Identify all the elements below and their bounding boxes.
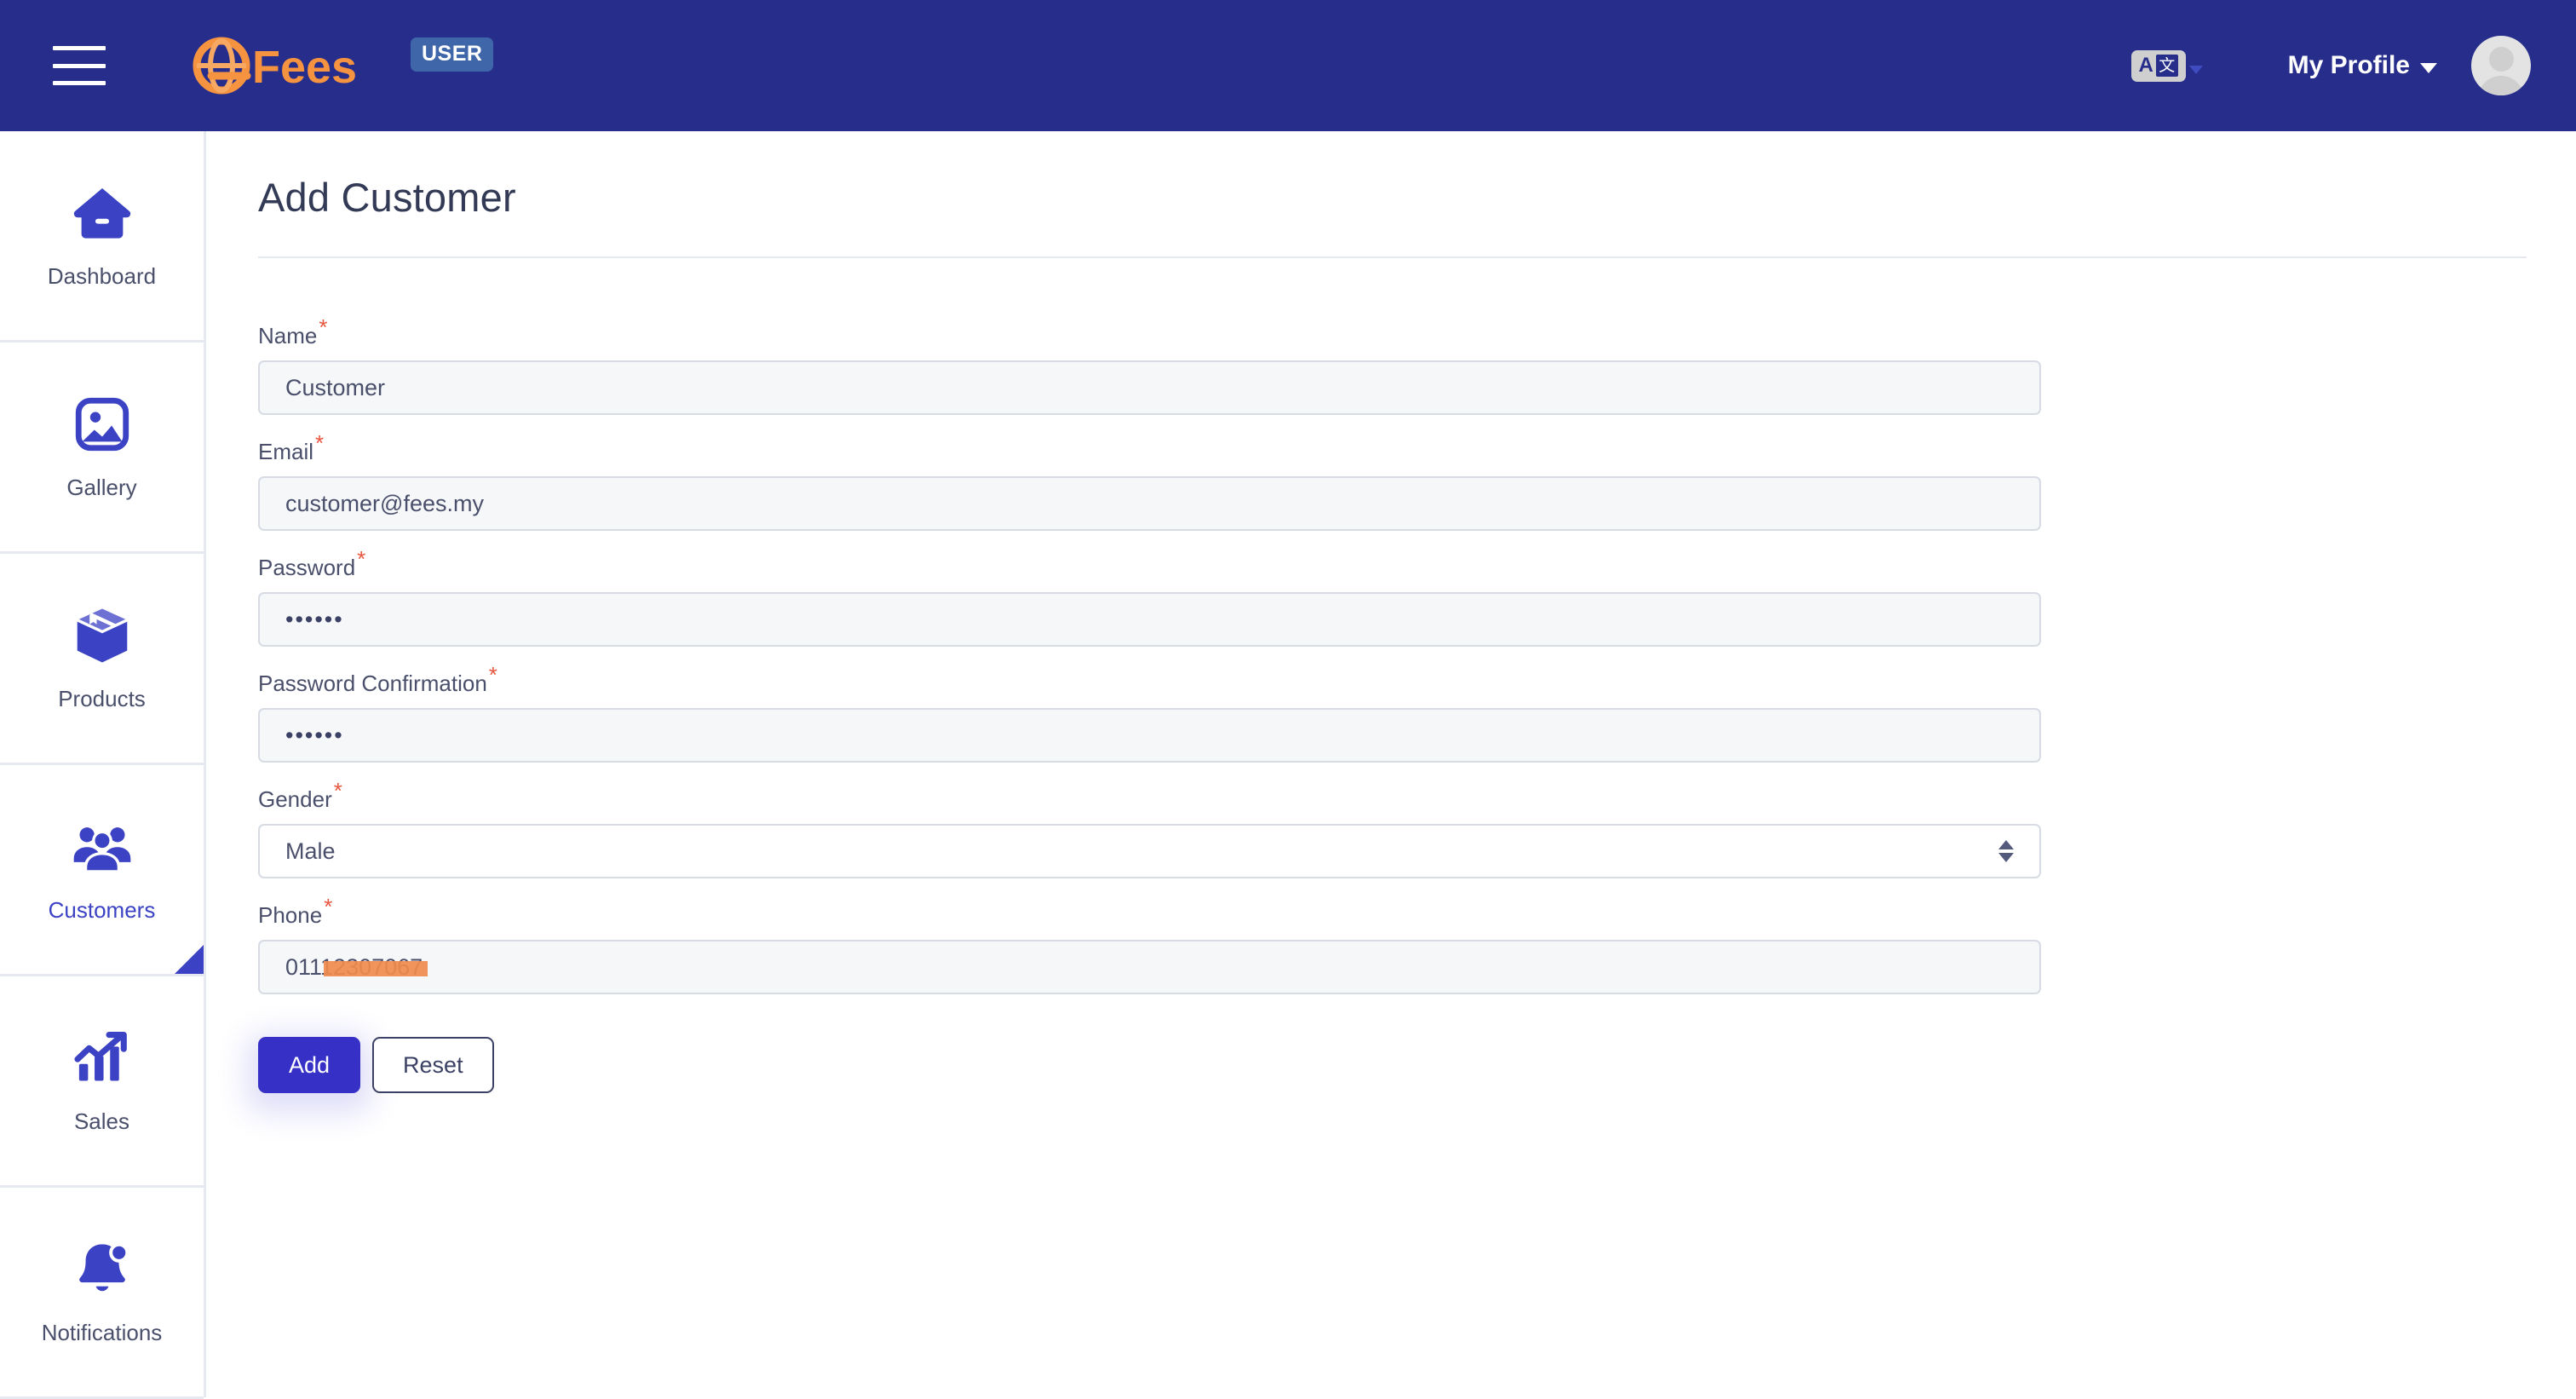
name-input-value: Customer	[285, 374, 386, 400]
required-asterisk: *	[324, 894, 333, 920]
gender-label-text: Gender	[258, 786, 332, 812]
header-right-group: A 文 My Profile	[2130, 36, 2531, 95]
translate-glyph-box: 文	[2155, 55, 2178, 77]
field-phone: Phone* 01112307067	[258, 895, 2576, 994]
hamburger-bar	[53, 81, 106, 85]
bell-icon	[78, 1242, 129, 1292]
chevron-down-icon	[2188, 66, 2203, 74]
chevron-down-icon	[2420, 62, 2437, 73]
title-divider	[258, 256, 2527, 258]
my-profile-label: My Profile	[2287, 51, 2410, 79]
phone-label-text: Phone	[258, 902, 323, 928]
my-profile-dropdown[interactable]: My Profile	[2288, 51, 2437, 80]
add-customer-form: Name* Customer Email* customer@fees.my P…	[258, 316, 2576, 1093]
page-title: Add Customer	[258, 175, 516, 220]
image-icon	[75, 397, 129, 452]
form-actions: Add Reset	[258, 1037, 2576, 1093]
sidebar-item-products[interactable]: Products	[0, 554, 204, 765]
avatar-body	[2478, 76, 2524, 95]
email-label-text: Email	[258, 439, 314, 464]
efees-logo-icon: Fees	[193, 37, 357, 95]
translate-icon: A 文	[2130, 49, 2186, 82]
required-asterisk: *	[315, 430, 325, 457]
field-gender: Gender* Male	[258, 780, 2576, 878]
field-email: Email* customer@fees.my	[258, 432, 2576, 531]
chevron-updown-icon	[1998, 840, 2014, 862]
field-password-confirmation: Password Confirmation* ••••••	[258, 664, 2576, 763]
required-asterisk: *	[357, 546, 366, 573]
brand-logo-link[interactable]: Fees USER	[186, 36, 494, 95]
password-confirmation-label: Password Confirmation*	[258, 664, 497, 697]
password-label-text: Password	[258, 555, 356, 580]
translate-letter-a: A	[2138, 54, 2153, 77]
sidebar-item-label: Sales	[73, 1108, 130, 1134]
hamburger-bar	[53, 46, 106, 50]
sidebar-item-customers[interactable]: Customers	[0, 765, 204, 976]
hamburger-bar	[53, 63, 106, 68]
email-input-value: customer@fees.my	[285, 490, 484, 516]
gender-select[interactable]: Male	[258, 824, 2041, 878]
password-input[interactable]: ••••••	[258, 592, 2041, 647]
sidebar-item-label: Gallery	[66, 475, 137, 500]
people-icon	[73, 827, 130, 873]
main-content-area: Add Customer Name* Customer Email* custo…	[209, 131, 2576, 1397]
email-field[interactable]: customer@fees.my	[258, 476, 2041, 531]
phone-label: Phone*	[258, 895, 332, 929]
translate-selector[interactable]: A 文	[2130, 49, 2203, 82]
name-label: Name*	[258, 316, 327, 349]
gender-selected-value: Male	[285, 838, 336, 864]
password-input-value: ••••••	[285, 606, 344, 632]
hamburger-menu-icon[interactable]	[53, 46, 106, 85]
avatar-head	[2488, 47, 2514, 72]
name-input[interactable]: Customer	[258, 360, 2041, 415]
password-confirmation-label-text: Password Confirmation	[258, 671, 487, 696]
password-label: Password*	[258, 548, 365, 581]
field-password: Password* ••••••	[258, 548, 2576, 647]
sidebar-navigation: Dashboard Gallery Products Customers Sal…	[0, 131, 206, 1399]
sidebar-item-label: Dashboard	[47, 263, 157, 289]
sidebar-item-dashboard[interactable]: Dashboard	[0, 131, 204, 343]
email-label: Email*	[258, 432, 324, 465]
add-button[interactable]: Add	[258, 1037, 361, 1093]
chevron-up-icon	[1998, 840, 2014, 849]
name-label-text: Name	[258, 323, 318, 348]
required-asterisk: *	[488, 662, 497, 688]
field-name: Name* Customer	[258, 316, 2576, 415]
required-asterisk: *	[333, 778, 342, 804]
sidebar-item-label: Products	[58, 686, 146, 711]
svg-text:Fees: Fees	[252, 42, 357, 93]
avatar[interactable]	[2471, 36, 2531, 95]
box-icon	[76, 608, 128, 663]
phone-value-wrapper: 01112307067	[285, 954, 428, 981]
sidebar-item-notifications[interactable]: Notifications	[0, 1188, 204, 1399]
chart-up-icon	[73, 1032, 127, 1081]
sidebar-item-label: Customers	[48, 897, 156, 923]
password-confirmation-value: ••••••	[285, 722, 344, 748]
required-asterisk: *	[319, 314, 328, 341]
phone-input[interactable]: 01112307067	[258, 940, 2041, 994]
gender-label: Gender*	[258, 780, 342, 813]
sidebar-item-gallery[interactable]: Gallery	[0, 343, 204, 554]
reset-button[interactable]: Reset	[372, 1037, 494, 1093]
top-header-bar: Fees USER A 文 My Profile	[0, 0, 2576, 131]
home-icon	[73, 188, 130, 239]
password-confirmation-input[interactable]: ••••••	[258, 708, 2041, 763]
user-role-badge: USER	[411, 37, 494, 72]
chevron-down-icon	[1998, 853, 2014, 862]
sidebar-item-label: Notifications	[41, 1320, 163, 1345]
sidebar-item-sales[interactable]: Sales	[0, 976, 204, 1188]
redaction-overlay	[324, 960, 428, 976]
